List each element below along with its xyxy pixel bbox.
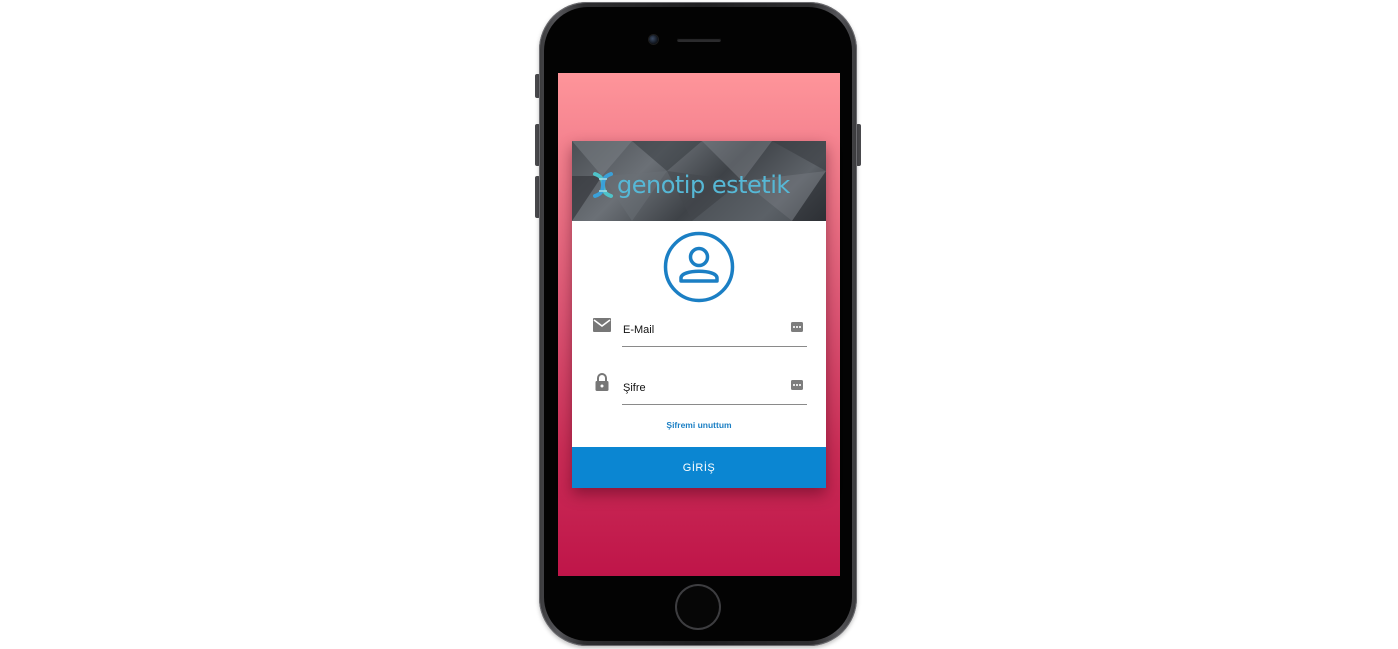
brand-banner: genotip estetik [572, 141, 826, 221]
mail-icon [593, 318, 611, 332]
login-button[interactable]: GİRİŞ [572, 447, 826, 488]
password-field-value: Şifre [623, 382, 646, 394]
keyboard-icon[interactable] [791, 322, 803, 332]
email-field[interactable]: E-Mail [622, 316, 807, 347]
keyboard-icon[interactable] [791, 380, 803, 390]
brand-logo: genotip estetik [592, 171, 790, 199]
brand-name: genotip estetik [617, 171, 790, 199]
device-mockup-stage: genotip estetik E-Mail Şifre Şifremi unu… [0, 0, 1398, 649]
email-field-value: E-Mail [623, 324, 655, 336]
forgot-password-link[interactable]: Şifremi unuttum [572, 420, 826, 430]
front-camera [649, 35, 658, 44]
lock-icon [595, 373, 609, 391]
user-circle-icon [663, 231, 735, 303]
dna-logo-icon [593, 172, 613, 198]
earpiece-speaker [677, 38, 721, 42]
home-button[interactable] [677, 586, 719, 628]
password-field[interactable]: Şifre [622, 374, 807, 405]
login-card: genotip estetik E-Mail Şifre Şifremi unu… [572, 141, 826, 488]
